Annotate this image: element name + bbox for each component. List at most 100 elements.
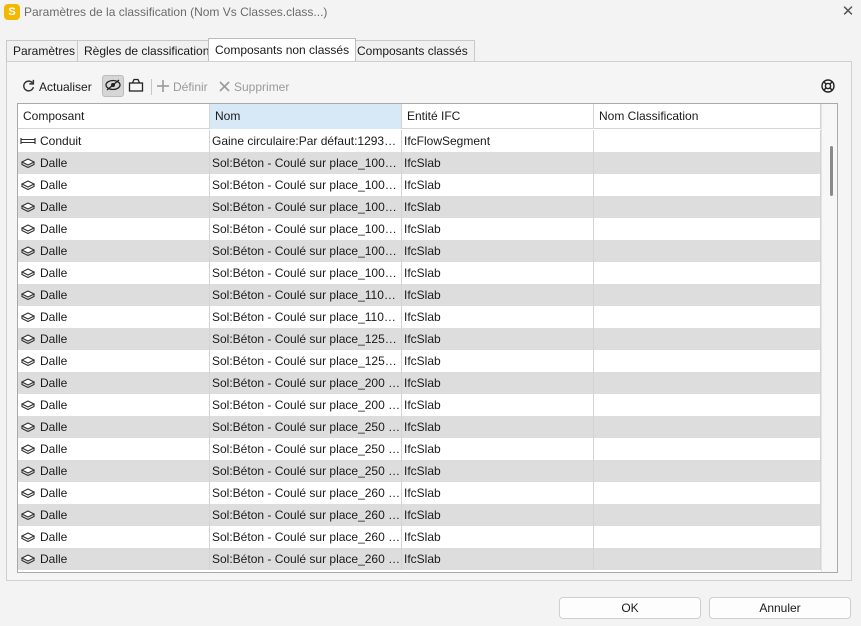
table-row[interactable]: Dalle Sol:Béton - Coulé sur place_1250 ..…	[18, 350, 821, 372]
cell-nom: Sol:Béton - Coulé sur place_250 m...	[210, 416, 402, 438]
cell-nom-classification[interactable]	[594, 284, 821, 306]
table-row[interactable]: Dalle Sol:Béton - Coulé sur place_260 m..…	[18, 548, 821, 570]
table-row[interactable]: Dalle Sol:Béton - Coulé sur place_1100 ..…	[18, 306, 821, 328]
cell-nom-classification[interactable]	[594, 262, 821, 284]
table-row[interactable]: Dalle Sol:Béton - Coulé sur place_250 m..…	[18, 416, 821, 438]
cell-entite-ifc: IfcSlab	[402, 372, 594, 394]
cell-nom-classification[interactable]	[594, 526, 821, 548]
cell-composant-label: Dalle	[40, 200, 68, 214]
cell-nom-classification[interactable]	[594, 548, 821, 570]
cell-nom-classification[interactable]	[594, 438, 821, 460]
cell-entite-ifc: IfcSlab	[402, 394, 594, 416]
table-row[interactable]: Conduit Gaine circulaire:Par défaut:12935…	[18, 130, 821, 152]
cell-nom: Sol:Béton - Coulé sur place_200 m...	[210, 394, 402, 416]
cell-nom-classification[interactable]	[594, 504, 821, 526]
cell-composant-label: Dalle	[40, 442, 68, 456]
cell-nom: Sol:Béton - Coulé sur place_1100 ...	[210, 284, 402, 306]
cell-nom-classification[interactable]	[594, 460, 821, 482]
cell-composant-label: Dalle	[40, 156, 68, 170]
column-header-nom[interactable]: Nom	[210, 104, 402, 129]
slab-icon	[20, 421, 36, 433]
slab-icon	[20, 179, 36, 191]
duct-icon	[20, 135, 36, 147]
delete-button[interactable]: Supprimer	[219, 75, 289, 99]
cell-nom-classification[interactable]	[594, 152, 821, 174]
table-row[interactable]: Dalle Sol:Béton - Coulé sur place_1000 ..…	[18, 152, 821, 174]
cell-composant-label: Dalle	[40, 530, 68, 544]
cell-nom-classification[interactable]	[594, 240, 821, 262]
cell-entite-ifc: IfcSlab	[402, 548, 594, 570]
cell-nom: Gaine circulaire:Par défaut:1293538	[210, 130, 402, 152]
table-row[interactable]: Dalle Sol:Béton - Coulé sur place_200 m..…	[18, 394, 821, 416]
cell-nom-classification[interactable]	[594, 416, 821, 438]
cell-composant: Dalle	[18, 350, 210, 372]
cell-composant-label: Dalle	[40, 222, 68, 236]
cell-composant: Dalle	[18, 548, 210, 570]
cell-nom-classification[interactable]	[594, 130, 821, 152]
window-title: Paramètres de la classification (Nom Vs …	[24, 5, 328, 19]
vertical-scrollbar[interactable]	[821, 104, 837, 572]
slab-icon	[20, 465, 36, 477]
cell-nom: Sol:Béton - Coulé sur place_200 m...	[210, 372, 402, 394]
tab-composants-non-classes[interactable]: Composants non classés	[208, 38, 357, 61]
table-row[interactable]: Dalle Sol:Béton - Coulé sur place_200 m..…	[18, 372, 821, 394]
table-row[interactable]: Dalle Sol:Béton - Coulé sur place_1250 ..…	[18, 328, 821, 350]
cell-entite-ifc: IfcSlab	[402, 438, 594, 460]
table-row[interactable]: Dalle Sol:Béton - Coulé sur place_1000 ..…	[18, 174, 821, 196]
plus-icon	[157, 79, 169, 95]
tab-composants-classes[interactable]: Composants classés	[350, 40, 475, 62]
cell-nom-classification[interactable]	[594, 306, 821, 328]
cell-entite-ifc: IfcSlab	[402, 152, 594, 174]
ok-button[interactable]: OK	[559, 597, 701, 619]
grid-body: Conduit Gaine circulaire:Par défaut:12935…	[18, 130, 821, 570]
cell-composant: Dalle	[18, 526, 210, 548]
column-header-composant[interactable]: Composant	[18, 104, 210, 129]
table-row[interactable]: Dalle Sol:Béton - Coulé sur place_1000 ..…	[18, 262, 821, 284]
cell-nom: Sol:Béton - Coulé sur place_1000 ...	[210, 218, 402, 240]
cell-nom-classification[interactable]	[594, 196, 821, 218]
tab-regles-de-classification[interactable]: Règles de classification	[77, 40, 217, 62]
slab-icon	[20, 289, 36, 301]
refresh-icon	[22, 79, 35, 95]
table-row[interactable]: Dalle Sol:Béton - Coulé sur place_250 m..…	[18, 438, 821, 460]
tab-parametres[interactable]: Paramètres	[6, 40, 83, 62]
toolbar-separator	[151, 79, 152, 95]
close-icon[interactable]: ✕	[838, 3, 858, 21]
cell-composant-label: Dalle	[40, 552, 68, 566]
cell-entite-ifc: IfcSlab	[402, 284, 594, 306]
cell-nom-classification[interactable]	[594, 394, 821, 416]
cell-entite-ifc: IfcSlab	[402, 526, 594, 548]
table-row[interactable]: Dalle Sol:Béton - Coulé sur place_260 m..…	[18, 482, 821, 504]
cell-nom-classification[interactable]	[594, 350, 821, 372]
cell-composant-label: Conduit	[40, 134, 82, 148]
table-row[interactable]: Dalle Sol:Béton - Coulé sur place_1000 ..…	[18, 218, 821, 240]
cell-nom-classification[interactable]	[594, 174, 821, 196]
table-row[interactable]: Dalle Sol:Béton - Coulé sur place_250 m..…	[18, 460, 821, 482]
basket-toggle-button[interactable]	[125, 75, 147, 97]
scrollbar-thumb[interactable]	[830, 146, 833, 196]
cell-composant-label: Dalle	[40, 354, 68, 368]
cell-nom-classification[interactable]	[594, 372, 821, 394]
table-row[interactable]: Dalle Sol:Béton - Coulé sur place_260 m..…	[18, 504, 821, 526]
column-header-entite-ifc[interactable]: Entité IFC	[402, 104, 594, 129]
table-row[interactable]: Dalle Sol:Béton - Coulé sur place_1100 ..…	[18, 284, 821, 306]
cell-nom-classification[interactable]	[594, 482, 821, 504]
cell-nom-classification[interactable]	[594, 328, 821, 350]
table-row[interactable]: Dalle Sol:Béton - Coulé sur place_1000 ..…	[18, 240, 821, 262]
cell-nom-classification[interactable]	[594, 218, 821, 240]
cell-composant-label: Dalle	[40, 178, 68, 192]
cell-nom: Sol:Béton - Coulé sur place_260 m...	[210, 526, 402, 548]
define-button[interactable]: Définir	[157, 75, 208, 99]
table-row[interactable]: Dalle Sol:Béton - Coulé sur place_260 m..…	[18, 526, 821, 548]
cell-entite-ifc: IfcSlab	[402, 416, 594, 438]
column-header-nom-classification[interactable]: Nom Classification	[594, 104, 821, 129]
hide-toggle-button[interactable]	[102, 75, 124, 97]
cell-nom: Sol:Béton - Coulé sur place_1250 ...	[210, 350, 402, 372]
refresh-label: Actualiser	[39, 80, 92, 94]
cancel-button[interactable]: Annuler	[709, 597, 851, 619]
cell-nom: Sol:Béton - Coulé sur place_260 m...	[210, 548, 402, 570]
lifebuoy-icon	[821, 78, 835, 96]
table-row[interactable]: Dalle Sol:Béton - Coulé sur place_1000 ..…	[18, 196, 821, 218]
refresh-button[interactable]: Actualiser	[22, 75, 92, 99]
help-button[interactable]	[821, 75, 835, 99]
